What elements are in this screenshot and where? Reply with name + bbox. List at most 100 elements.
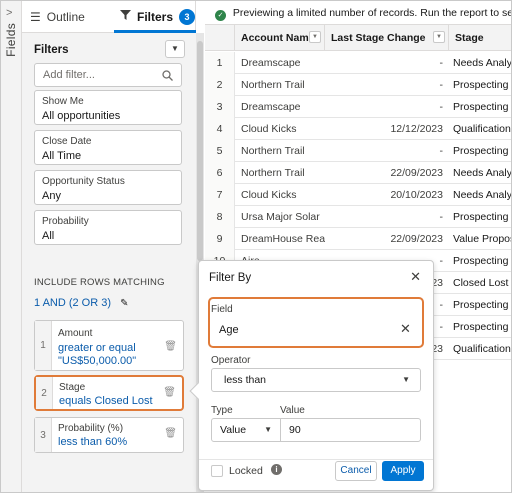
pencil-icon[interactable]: ✎ xyxy=(120,298,128,309)
account-name-cell: Northern Trail xyxy=(241,79,305,91)
value-label: Value xyxy=(280,405,305,416)
type-select[interactable]: Value ▼ xyxy=(211,418,281,442)
row-filter-value-line1: equals Closed Lost xyxy=(59,395,153,407)
column-header-label: Account Name xyxy=(241,32,315,44)
filter-logic-text: 1 AND (2 OR 3) xyxy=(34,297,112,309)
row-number: 3 xyxy=(205,96,235,118)
table-row[interactable]: 1 Dreamscape -Needs Analysis xyxy=(205,52,512,74)
chevron-down-icon: ▼ xyxy=(171,44,179,53)
row-filter-number: 2 xyxy=(36,377,53,409)
account-name-cell: Cloud Kicks xyxy=(241,189,297,201)
account-name-cell: DreamHouse Realty xyxy=(241,233,325,245)
table-row[interactable]: 6 Northern Trail 22/09/2023 Needs Analysis xyxy=(205,162,512,184)
last-stage-change-date-cell: 20/10/2023 xyxy=(390,189,443,201)
table-row[interactable]: 9 DreamHouse Realty 22/09/2023 Value Propos… xyxy=(205,228,511,250)
field-label: Field xyxy=(211,304,233,315)
table-row[interactable]: 5 Northern Trail - Prospecting xyxy=(205,140,511,162)
last-stage-change-date-cell: 12/12/2023 xyxy=(390,123,443,135)
column-header-last-stage-change-date[interactable]: Last Stage Change Date ▼ xyxy=(325,25,449,70)
value-input[interactable]: 90 xyxy=(280,418,421,442)
last-stage-change-date-cell: 22/09/2023 xyxy=(390,233,443,245)
table-row[interactable]: 8 Ursa Major Solar - Prospecting xyxy=(205,206,511,228)
trash-icon[interactable]: 🗑 xyxy=(163,387,176,398)
row-filter-amount[interactable]: 1 Amount greater or equal "US$50,000.00"… xyxy=(34,320,184,371)
report-builder: > Fields ☰ Outline Filters 3 Filters ▼ A… xyxy=(0,0,512,493)
filter-logic[interactable]: 1 AND (2 OR 3) ✎ xyxy=(34,297,128,309)
row-number: 4 xyxy=(205,118,235,140)
filter-card-value: All Time xyxy=(42,150,82,162)
stage-cell: Prospecting xyxy=(453,321,509,333)
row-filter-number: 1 xyxy=(35,321,52,370)
filter-card-close-date[interactable]: Close Date All Time xyxy=(34,130,182,165)
info-icon[interactable]: i xyxy=(271,464,282,475)
preview-notice: ✓ Previewing a limited number of records… xyxy=(205,1,511,25)
filter-card-probability[interactable]: Probability All xyxy=(34,210,182,245)
filter-card-opportunity-status[interactable]: Opportunity Status Any xyxy=(34,170,182,205)
operator-select[interactable]: less than ▼ xyxy=(211,368,421,392)
stage-cell: Prospecting xyxy=(453,101,509,113)
filter-by-popover: Filter By ✕ Field Age ✕ Operator less th… xyxy=(189,260,434,491)
row-filter-probability[interactable]: 3 Probability (%) less than 60% 🗑 xyxy=(34,417,184,453)
chevron-right-icon[interactable]: > xyxy=(6,7,12,19)
filter-card-show-me[interactable]: Show Me All opportunities xyxy=(34,90,182,125)
chevron-down-icon: ▼ xyxy=(264,425,272,434)
row-filter-number: 3 xyxy=(35,418,52,452)
add-filter-input[interactable]: Add filter... xyxy=(34,63,182,87)
filter-card-label: Close Date xyxy=(42,136,92,147)
stage-cell: Prospecting xyxy=(453,211,509,223)
table-row[interactable]: 4 Cloud Kicks 12/12/2023 Qualification xyxy=(205,118,511,140)
row-filter-value-line2: "US$50,000.00" xyxy=(58,355,137,367)
close-icon[interactable]: ✕ xyxy=(410,269,421,285)
filter-card-label: Probability xyxy=(42,216,89,227)
stage-cell: Closed Lost xyxy=(453,277,509,289)
table-row[interactable]: 2 Northern Trail - Prospecting xyxy=(205,74,511,96)
trash-icon[interactable]: 🗑 xyxy=(164,428,177,439)
clear-icon[interactable]: ✕ xyxy=(400,321,411,337)
chevron-down-icon[interactable]: ▼ xyxy=(309,31,321,43)
filters-content: Filters ▼ Add filter... Show Me All oppo… xyxy=(22,1,196,492)
filter-card-label: Show Me xyxy=(42,96,84,107)
scrollbar-thumb[interactable] xyxy=(197,41,203,261)
table-row[interactable]: 3 Dreamscape - Prospecting xyxy=(205,96,511,118)
stage-cell: Needs Analysis xyxy=(453,189,512,201)
table-row[interactable]: 7 Cloud Kicks 20/10/2023 Needs Analysis xyxy=(205,184,512,206)
column-header-account-name[interactable]: Account Name ▼ xyxy=(235,25,325,51)
operator-select-value: less than xyxy=(224,374,267,386)
stage-cell: Needs Analysis xyxy=(453,167,512,179)
filter-card-value: All opportunities xyxy=(42,110,121,122)
success-check-icon: ✓ xyxy=(215,10,226,21)
field-input[interactable]: Age xyxy=(211,317,421,343)
row-number: 9 xyxy=(205,228,235,250)
chevron-down-icon[interactable]: ▼ xyxy=(433,31,445,43)
popover-divider xyxy=(199,459,433,460)
column-header-stage[interactable]: Stage xyxy=(449,25,511,51)
stage-cell: Prospecting xyxy=(453,255,509,267)
trash-icon[interactable]: 🗑 xyxy=(164,341,177,352)
row-number: 5 xyxy=(205,140,235,162)
add-filter-placeholder: Add filter... xyxy=(43,69,95,81)
last-stage-change-date-cell: - xyxy=(439,211,444,223)
fields-rail[interactable]: > Fields xyxy=(1,1,22,492)
stage-cell: Prospecting xyxy=(453,299,509,311)
locked-checkbox[interactable] xyxy=(211,465,223,477)
account-name-cell: Ursa Major Solar xyxy=(241,211,320,223)
row-number: 8 xyxy=(205,206,235,228)
cancel-button[interactable]: Cancel xyxy=(335,461,377,481)
filter-card-value: Any xyxy=(42,190,61,202)
stage-cell: Qualification xyxy=(453,343,511,355)
last-stage-change-date-cell: - xyxy=(439,57,444,69)
search-icon xyxy=(162,67,173,89)
account-name-cell: Cloud Kicks xyxy=(241,123,297,135)
row-filter-label: Amount xyxy=(58,328,93,339)
stage-cell: Needs Analysis xyxy=(453,57,512,69)
filters-menu-button[interactable]: ▼ xyxy=(165,40,185,58)
account-name-cell: Northern Trail xyxy=(241,145,305,157)
column-header-label: Stage xyxy=(455,32,484,44)
table-header: Account Name ▼ Last Stage Change Date ▼ … xyxy=(205,25,511,70)
row-filter-stage[interactable]: 2 Stage equals Closed Lost 🗑 xyxy=(34,375,184,411)
field-input-value: Age xyxy=(219,324,239,336)
row-number: 6 xyxy=(205,162,235,184)
apply-button[interactable]: Apply xyxy=(382,461,424,481)
filter-card-value: All xyxy=(42,230,55,242)
row-number: 1 xyxy=(205,52,235,74)
